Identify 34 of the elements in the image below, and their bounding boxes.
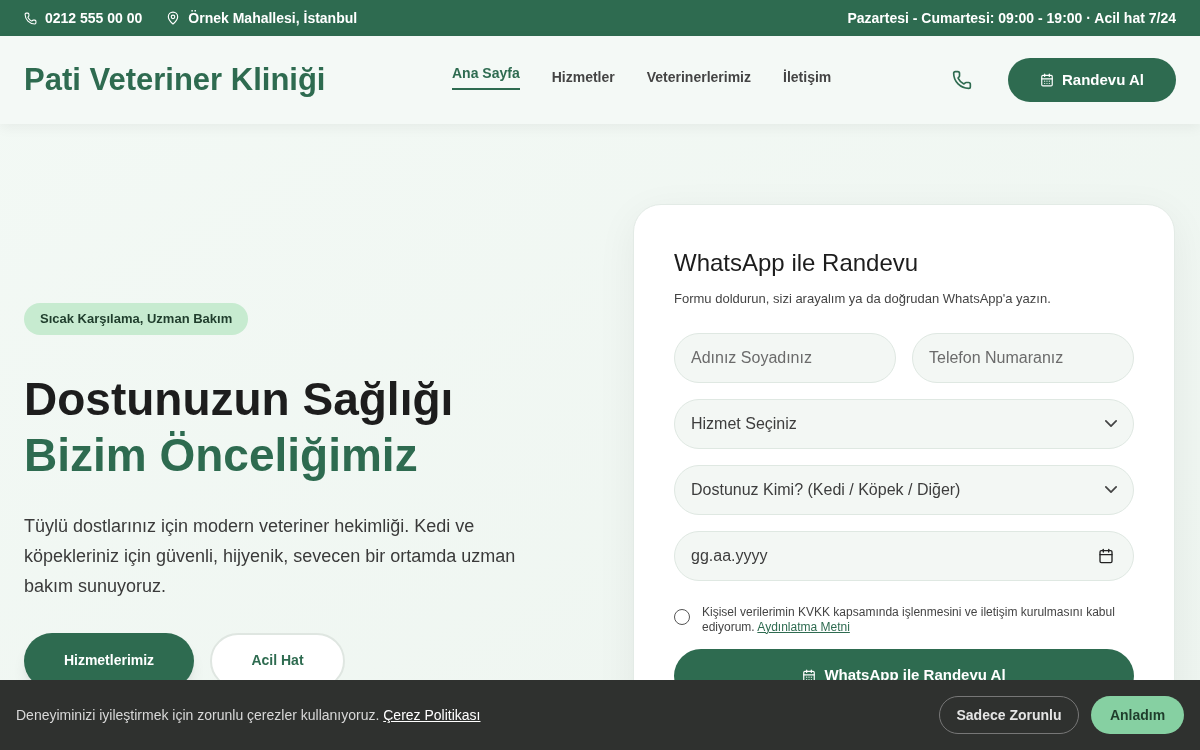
calendar-icon (1098, 547, 1114, 564)
accept-button[interactable]: Anladım (1091, 696, 1184, 734)
tag: Sıcak Karşılama, Uzman Bakım (24, 303, 249, 335)
form-title: WhatsApp ile Randevu (674, 248, 920, 278)
nav-link[interactable]: Veterinerlerimiz (646, 66, 751, 94)
chevron-down-icon (1105, 420, 1117, 427)
consent-checkbox[interactable] (674, 608, 690, 625)
hero-description: Tüylü dostlarınız için modern veteriner hekimliği. Kedi ve köpekleriniz için güvenli, hijyenik, sevecen bir ortamda uzman bakım sunuyoruz. (24, 514, 517, 598)
address: Örnek Mahallesi, İstanbul (188, 8, 358, 28)
calendar-icon (802, 668, 817, 683)
form-subtitle: Formu doldurun, sizi arayalım ya da doğrudan WhatsApp'a yazın. (674, 290, 1052, 308)
hero-title: Dostunuzun Sağlığı (24, 371, 455, 427)
text-field[interactable]: Telefon Numaranız (912, 332, 1134, 383)
appointment-button[interactable]: Randevu Al (1008, 58, 1176, 102)
consent-text: Kişisel verilerimin KVKK kapsamında işlenmesini ve iletişim kurulmasını kabul ediyorum. Aydınlatma Metni (702, 604, 1116, 635)
select-field[interactable]: Dostunuz Kimi? (Kedi / Köpek / Diğer) (674, 464, 1134, 515)
phone-icon (24, 11, 37, 25)
phone-number: 0212 555 00 00 (45, 8, 143, 28)
nav-link[interactable]: İletişim (783, 66, 832, 94)
text-field[interactable]: Adınız Soyadınız (674, 332, 896, 383)
hero-title: Bizim Önceliğimiz (24, 427, 419, 483)
nav-link[interactable]: Hizmetler (551, 66, 615, 94)
cookie-message: Deneyiminizi iyileştirmek için zorunlu çerezler kullanıyoruz. Çerez Politikası (16, 705, 481, 725)
phone-icon[interactable] (952, 70, 973, 90)
chevron-down-icon (1105, 486, 1117, 493)
nav-link[interactable]: Ana Sayfa (452, 62, 520, 90)
location-pin-icon (166, 11, 181, 25)
logo[interactable]: Pati Veteriner Kliniği (24, 56, 452, 104)
calendar-icon (1040, 73, 1055, 87)
date-field[interactable]: gg.aa.yyyy (674, 530, 1134, 581)
select-field[interactable]: Hizmet Seçiniz (674, 398, 1134, 449)
cookie-policy-link[interactable]: Çerez Politikası (383, 706, 481, 723)
privacy-notice-link[interactable]: Aydınlatma Metni (757, 619, 850, 634)
opening-hours: Pazartesi - Cumartesi: 09:00 - 19:00 · Acil hat 7/24 (847, 8, 1176, 28)
